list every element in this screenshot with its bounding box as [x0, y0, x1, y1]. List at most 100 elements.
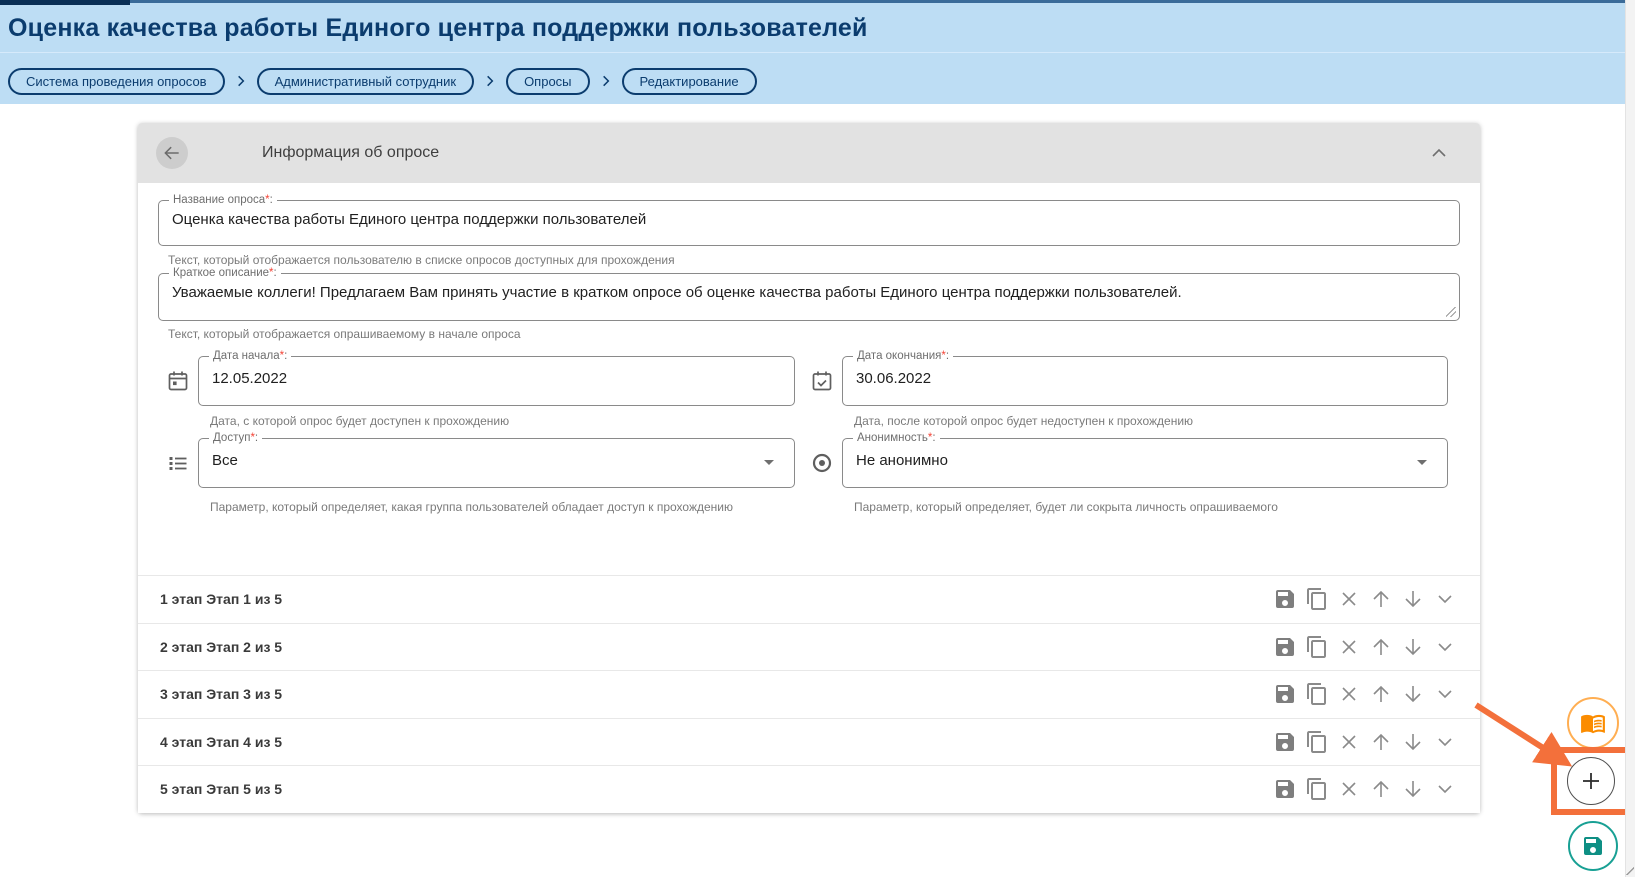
stage-move-down-button[interactable]	[1401, 682, 1425, 706]
breadcrumb-item[interactable]: Опросы	[506, 68, 589, 95]
stage-copy-button[interactable]	[1305, 587, 1329, 611]
stage-label: 3 этап Этап 3 из 5	[160, 686, 282, 702]
stage-move-up-button[interactable]	[1369, 635, 1393, 659]
stage-row[interactable]: 3 этап Этап 3 из 5	[138, 670, 1480, 718]
start-date-value: 12.05.2022	[212, 370, 287, 387]
stage-save-button[interactable]	[1273, 730, 1297, 754]
copy-icon	[1305, 587, 1329, 611]
copy-icon	[1305, 682, 1329, 706]
card-title: Информация об опросе	[262, 144, 439, 162]
stage-move-down-button[interactable]	[1401, 730, 1425, 754]
start-date-field[interactable]: Дата начала*: 12.05.2022	[198, 356, 795, 406]
stage-actions	[1273, 587, 1457, 611]
stage-label: 4 этап Этап 4 из 5	[160, 734, 282, 750]
stage-expand-button[interactable]	[1433, 777, 1457, 801]
stage-expand-button[interactable]	[1433, 635, 1457, 659]
stage-save-button[interactable]	[1273, 587, 1297, 611]
breadcrumb-item[interactable]: Административный сотрудник	[257, 68, 474, 95]
stage-label: 2 этап Этап 2 из 5	[160, 639, 282, 655]
close-icon	[1337, 587, 1361, 611]
breadcrumb-item[interactable]: Редактирование	[622, 68, 757, 95]
stage-actions	[1273, 635, 1457, 659]
stage-expand-button[interactable]	[1433, 682, 1457, 706]
stage-row[interactable]: 1 этап Этап 1 из 5	[138, 575, 1480, 623]
dropdown-arrow-icon	[764, 460, 774, 465]
survey-name-field[interactable]: Название опроса*: Оценка качества работы…	[158, 200, 1460, 246]
stage-move-up-button[interactable]	[1369, 682, 1393, 706]
stage-label: 1 этап Этап 1 из 5	[160, 591, 282, 607]
end-date-label: Дата окончания*:	[853, 349, 953, 363]
save-icon	[1273, 587, 1297, 611]
collapse-button[interactable]	[1426, 141, 1452, 167]
survey-name-helper: Текст, который отображается пользователю…	[168, 253, 675, 267]
arrow-up-icon	[1369, 682, 1393, 706]
end-date-value: 30.06.2022	[856, 370, 931, 387]
stage-move-up-button[interactable]	[1369, 587, 1393, 611]
calendar-check-icon	[810, 369, 834, 393]
stage-copy-button[interactable]	[1305, 682, 1329, 706]
stage-move-down-button[interactable]	[1401, 777, 1425, 801]
access-select[interactable]: Доступ*: Все	[198, 438, 795, 488]
book-icon	[1580, 710, 1606, 736]
stage-expand-button[interactable]	[1433, 730, 1457, 754]
chevron-down-icon	[1433, 682, 1457, 706]
start-date-label: Дата начала*:	[209, 349, 291, 363]
short-description-field[interactable]: Краткое описание*: Уважаемые коллеги! Пр…	[158, 273, 1460, 321]
annotation-arrow	[1462, 692, 1587, 782]
short-description-helper: Текст, который отображается опрашиваемом…	[168, 327, 521, 341]
arrow-up-icon	[1369, 777, 1393, 801]
chevron-down-icon	[1433, 777, 1457, 801]
textarea-resize-handle[interactable]	[1446, 307, 1456, 317]
arrow-down-icon	[1401, 635, 1425, 659]
save-icon	[1273, 777, 1297, 801]
stage-delete-button[interactable]	[1337, 587, 1361, 611]
stage-save-button[interactable]	[1273, 777, 1297, 801]
anonymity-label: Анонимность*:	[853, 431, 940, 445]
survey-info-card: Информация об опросе Название опроса*: О…	[138, 123, 1480, 813]
copy-icon	[1305, 777, 1329, 801]
breadcrumb: Система проведения опросов Административ…	[8, 66, 757, 96]
breadcrumb-item[interactable]: Система проведения опросов	[8, 68, 225, 95]
access-value: Все	[212, 452, 238, 469]
chevron-down-icon	[1433, 587, 1457, 611]
back-button[interactable]	[156, 137, 188, 169]
stage-move-down-button[interactable]	[1401, 587, 1425, 611]
add-stage-button[interactable]	[1567, 757, 1615, 805]
arrow-down-icon	[1401, 682, 1425, 706]
stage-row[interactable]: 2 этап Этап 2 из 5	[138, 623, 1480, 671]
stage-move-up-button[interactable]	[1369, 730, 1393, 754]
title-divider	[0, 52, 1635, 53]
stage-move-down-button[interactable]	[1401, 635, 1425, 659]
stage-delete-button[interactable]	[1337, 682, 1361, 706]
chevron-up-icon	[1427, 141, 1451, 165]
top-corner-mark	[0, 0, 130, 5]
stage-save-button[interactable]	[1273, 682, 1297, 706]
close-icon	[1337, 777, 1361, 801]
stage-delete-button[interactable]	[1337, 777, 1361, 801]
card-header: Информация об опросе	[138, 123, 1480, 183]
arrow-up-icon	[1369, 635, 1393, 659]
stage-row[interactable]: 5 этап Этап 5 из 5	[138, 765, 1480, 813]
list-icon	[166, 451, 190, 475]
save-icon	[1273, 730, 1297, 754]
anonymity-value: Не анонимно	[856, 452, 948, 469]
stage-row[interactable]: 4 этап Этап 4 из 5	[138, 718, 1480, 766]
stage-copy-button[interactable]	[1305, 777, 1329, 801]
end-date-field[interactable]: Дата окончания*: 30.06.2022	[842, 356, 1448, 406]
save-survey-button[interactable]	[1568, 821, 1618, 871]
stage-copy-button[interactable]	[1305, 635, 1329, 659]
vertical-scrollbar[interactable]	[1625, 0, 1635, 877]
short-description-label: Краткое описание*:	[169, 266, 281, 280]
anonymity-select[interactable]: Анонимность*: Не анонимно	[842, 438, 1448, 488]
docs-button[interactable]	[1567, 697, 1619, 749]
stage-save-button[interactable]	[1273, 635, 1297, 659]
stage-expand-button[interactable]	[1433, 587, 1457, 611]
stage-delete-button[interactable]	[1337, 635, 1361, 659]
arrow-left-icon	[162, 143, 182, 163]
arrow-down-icon	[1401, 587, 1425, 611]
page-title: Оценка качества работы Единого центра по…	[8, 14, 868, 43]
stage-copy-button[interactable]	[1305, 730, 1329, 754]
access-label: Доступ*:	[209, 431, 262, 445]
stage-delete-button[interactable]	[1337, 730, 1361, 754]
stage-move-up-button[interactable]	[1369, 777, 1393, 801]
